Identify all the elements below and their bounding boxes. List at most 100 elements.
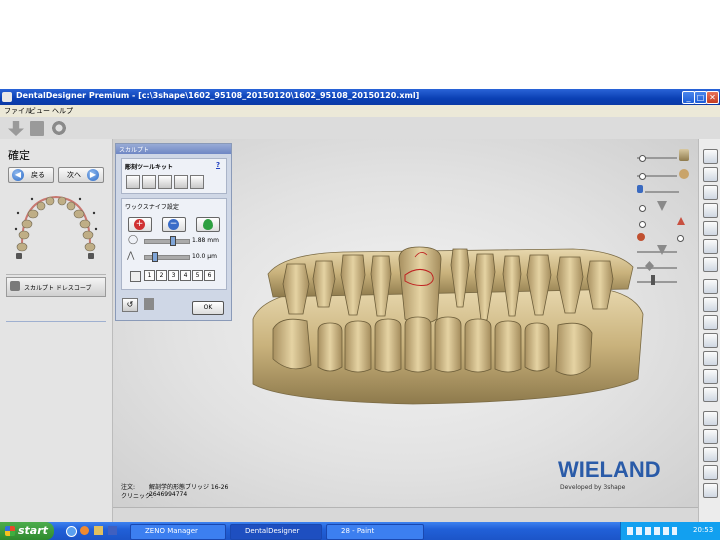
ok-button[interactable]: OK <box>192 301 224 315</box>
taskbar: start ZENO Manager DentalDesigner 28 - P… <box>0 522 720 540</box>
taskbar-item-zeno[interactable]: ZENO Manager <box>130 524 226 540</box>
slider-track[interactable] <box>645 191 679 193</box>
order-label: 注文: <box>121 484 136 491</box>
depth-value: 10.0 μm <box>192 253 217 260</box>
crown-tool-icon[interactable] <box>174 175 188 189</box>
redo-button[interactable] <box>144 298 154 310</box>
quicklaunch-icon[interactable] <box>80 526 89 535</box>
view-tool-icon[interactable] <box>703 149 718 164</box>
size-icon: ◯ <box>128 235 139 245</box>
slider-track[interactable] <box>637 281 677 283</box>
taskbar-item-paint[interactable]: 28 - Paint <box>326 524 424 540</box>
wax-tool-icon[interactable] <box>142 175 156 189</box>
tool-icon[interactable] <box>703 333 718 348</box>
size-value: 1.88 mm <box>192 237 219 244</box>
tool-icon[interactable] <box>703 447 718 462</box>
tool-icon[interactable] <box>703 315 718 330</box>
menu-view[interactable]: ビュー <box>29 106 50 116</box>
hand-tool-icon[interactable] <box>190 175 204 189</box>
toolkit-label: 彫刻ツールキット <box>125 164 174 171</box>
quicklaunch-icon[interactable] <box>94 526 103 535</box>
menu-help[interactable]: ヘルプ <box>52 106 73 116</box>
depth-icon: ⋀ <box>127 251 135 261</box>
view-tool-icon[interactable] <box>703 167 718 182</box>
left-panel: 確定 ◀ 戻る 次へ ▶ スカルプト ドレスコーブ <box>0 139 113 523</box>
view-tool-icon[interactable] <box>703 203 718 218</box>
view-sliders <box>633 147 693 287</box>
depth-slider[interactable] <box>144 255 190 260</box>
dental-arch-icon[interactable] <box>8 189 104 263</box>
brand-tagline: Developed by 3shape <box>560 484 626 491</box>
wieland-logo: WIELAND <box>558 457 661 482</box>
view-tool-icon[interactable] <box>703 257 718 272</box>
slider-knob[interactable] <box>639 221 646 228</box>
shield-icon[interactable] <box>703 483 718 498</box>
depth-slider-thumb[interactable] <box>152 252 158 262</box>
preset-5-button[interactable]: 5 <box>192 270 203 281</box>
red-marker-icon <box>677 217 685 225</box>
next-button[interactable]: 次へ ▶ <box>58 167 104 183</box>
cone-icon <box>657 201 667 211</box>
view-tool-icon[interactable] <box>703 221 718 236</box>
view-tool-icon[interactable] <box>703 185 718 200</box>
smooth-wax-button[interactable] <box>196 217 220 232</box>
sculpt-panel-title: スカルプト <box>119 147 150 154</box>
slider-track[interactable] <box>637 251 677 253</box>
toolkit-group: 彫刻ツールキット ? <box>121 158 227 194</box>
system-tray: 20:53 <box>620 522 720 540</box>
taskbar-item-label: DentalDesigner <box>245 527 300 535</box>
taskbar-item-dentaldesigner[interactable]: DentalDesigner <box>230 524 322 540</box>
document-icon[interactable] <box>30 121 44 136</box>
preset-6-button[interactable]: 6 <box>204 270 215 281</box>
sculpt-tool-button[interactable]: スカルプト ドレスコーブ <box>6 277 106 297</box>
size-slider-thumb[interactable] <box>170 236 176 246</box>
back-button[interactable]: ◀ 戻る <box>8 167 54 183</box>
slider-track[interactable] <box>637 267 677 269</box>
tool-icon[interactable] <box>703 369 718 384</box>
slider-knob[interactable] <box>639 155 646 162</box>
tool-icon[interactable] <box>703 387 718 402</box>
disc-icon[interactable] <box>51 120 67 136</box>
preset-icon[interactable] <box>130 271 141 282</box>
pin-icon <box>651 275 655 285</box>
help-link[interactable]: ? <box>216 161 220 169</box>
tool-icon[interactable] <box>703 297 718 312</box>
sculpt-panel: スカルプト 彫刻ツールキット ? ワックスナイフ設定 + − ◯ 1.88 mm… <box>115 143 232 321</box>
preset-4-button[interactable]: 4 <box>180 270 191 281</box>
preset-3-button[interactable]: 3 <box>168 270 179 281</box>
warning-icon[interactable] <box>703 351 718 366</box>
taskbar-item-label: ZENO Manager <box>145 527 198 535</box>
preset-1-button[interactable]: 1 <box>144 270 155 281</box>
main-toolbar <box>0 117 720 140</box>
tool-icon[interactable] <box>703 465 718 480</box>
undo-button[interactable]: ↺ <box>122 298 138 312</box>
wax-settings-label: ワックスナイフ設定 <box>125 204 179 211</box>
next-arrow-icon: ▶ <box>87 169 99 181</box>
tray-icons[interactable] <box>627 527 677 535</box>
axis-icon[interactable] <box>703 429 718 444</box>
preset-2-button[interactable]: 2 <box>156 270 167 281</box>
view-tool-icon[interactable] <box>703 239 718 254</box>
slider-knob[interactable] <box>639 205 646 212</box>
back-arrow-icon: ◀ <box>12 169 24 181</box>
remove-wax-button[interactable]: − <box>162 217 186 232</box>
tool-icon[interactable] <box>703 279 718 294</box>
drop-icon <box>203 219 213 230</box>
size-slider[interactable] <box>144 239 190 244</box>
start-button[interactable]: start <box>0 522 54 540</box>
tooth-tool-icon[interactable] <box>158 175 172 189</box>
slider-knob[interactable] <box>677 235 684 242</box>
add-wax-button[interactable]: + <box>128 217 152 232</box>
slider-knob[interactable] <box>639 173 646 180</box>
right-toolbar <box>698 139 720 523</box>
knife-tool-icon[interactable] <box>126 175 140 189</box>
windows-logo-icon <box>5 526 15 536</box>
download-arrow-icon[interactable] <box>8 121 24 136</box>
cube-icon[interactable] <box>703 411 718 426</box>
sculpt-button-label: スカルプト ドレスコーブ <box>24 285 92 292</box>
quicklaunch-icon[interactable] <box>66 526 77 537</box>
quicklaunch-icon[interactable] <box>108 526 117 535</box>
sculpt-panel-header: スカルプト <box>116 144 231 154</box>
menu-file[interactable]: ファイル <box>4 106 32 116</box>
close-button[interactable]: ✕ <box>706 91 719 104</box>
